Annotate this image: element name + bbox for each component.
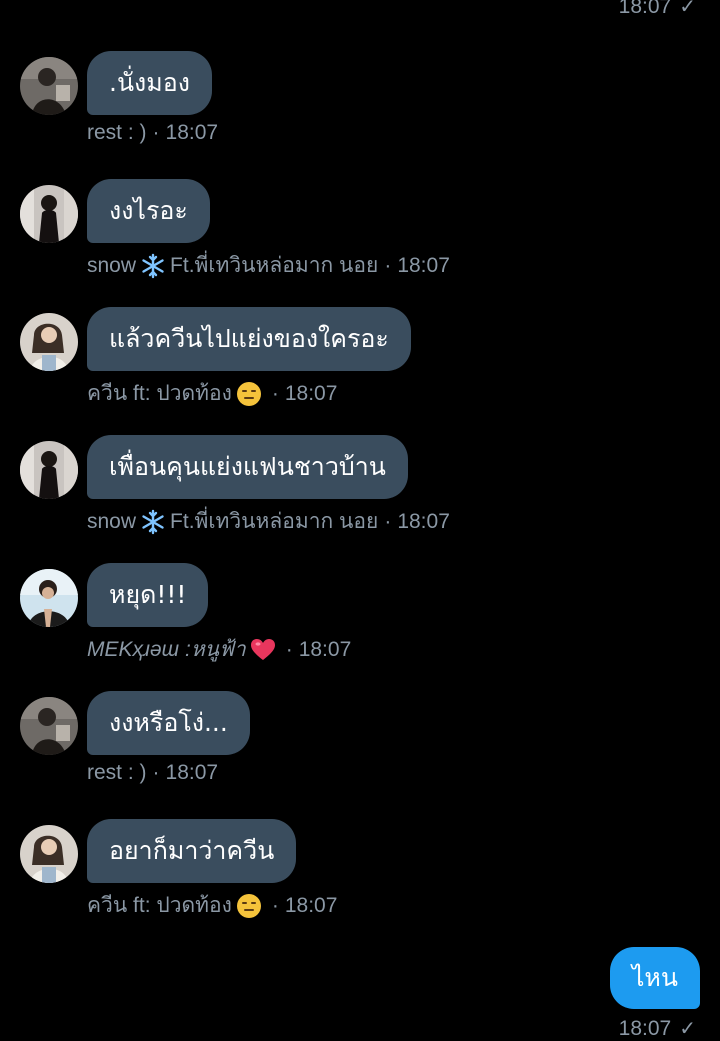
message-time: 18:07 (298, 637, 352, 661)
sender-suffix: Ft.พี่เทวินหล่อมาก นอย (170, 254, 379, 277)
sender-name[interactable]: snow (87, 510, 136, 534)
chat-thread: 18:07 ✓ .นั่งมอง rest : ) · 18:07 งงไรอะ… (0, 0, 720, 1041)
snowflake-icon (142, 509, 164, 534)
message-meta: snow Ft.พี่เทวินหล่อมาก นอย · 18:07 (87, 249, 450, 282)
message-time: 18:07 (284, 893, 338, 917)
message-item: งงไรอะ snow Ft.พี่เทวินหล่อมาก นอย · 18:… (20, 179, 700, 289)
message-meta: rest : ) · 18:07 (87, 121, 218, 145)
message-bubble[interactable]: งงไรอะ (87, 179, 210, 243)
avatar-icon[interactable] (20, 313, 78, 371)
message-meta: MEKҳɹəɯ :หนูฟ้า · 18:07 (87, 633, 351, 666)
separator: · (271, 893, 279, 917)
message-meta: ควีน ft: ปวดท้อง · 18:07 (87, 377, 337, 410)
message-time: 18:07 (397, 253, 450, 277)
message-time: 18:07 (165, 761, 219, 784)
message-item: .นั่งมอง rest : ) · 18:07 (20, 51, 700, 161)
separator: · (384, 509, 392, 533)
sent-time: 18:07 (618, 0, 672, 18)
separator: · (271, 381, 279, 405)
message-item: หยุด!!! MEKҳɹəɯ :หนูฟ้า · 18:07 (20, 563, 700, 673)
avatar-icon[interactable] (20, 569, 78, 627)
message-item: เพื่อนคุนแย่งแฟนชาวบ้าน snow Ft.พี่เทวิน… (20, 435, 700, 545)
sender-name[interactable]: rest : ) (87, 121, 147, 145)
avatar-icon[interactable] (20, 57, 78, 115)
sent-time: 18:07 (618, 1016, 672, 1040)
message-bubble[interactable]: เพื่อนคุนแย่งแฟนชาวบ้าน (87, 435, 408, 499)
message-meta: snow Ft.พี่เทวินหล่อมาก นอย · 18:07 (87, 505, 450, 538)
avatar-icon[interactable] (20, 185, 78, 243)
expressionless-face-icon (236, 381, 261, 406)
check-icon: ✓ (679, 0, 696, 18)
avatar-icon[interactable] (20, 441, 78, 499)
snowflake-icon (142, 253, 164, 278)
sender-name[interactable]: ควีน ft: ปวดท้อง (87, 889, 232, 922)
sent-receipt-top: 18:07 ✓ (619, 0, 696, 19)
sent-message-bubble[interactable]: ไหน (609, 947, 700, 1009)
separator: · (384, 253, 392, 277)
sender-name[interactable]: rest : ) (87, 761, 147, 785)
expressionless-face-icon (236, 893, 261, 918)
message-bubble[interactable]: งงหรือโง่... (87, 691, 250, 755)
sender-name[interactable]: MEKҳɹəɯ :หนูฟ้า (87, 633, 246, 666)
sent-receipt: 18:07 ✓ (619, 1016, 696, 1041)
separator: · (152, 121, 160, 144)
message-bubble[interactable]: แล้วควีนไปแย่งของใครอะ (87, 307, 411, 371)
message-bubble[interactable]: หยุด!!! (87, 563, 209, 627)
message-item: งงหรือโง่... rest : ) · 18:07 (20, 691, 700, 801)
check-icon: ✓ (679, 1018, 696, 1040)
message-bubble[interactable]: .นั่งมอง (87, 51, 212, 115)
avatar-icon[interactable] (20, 825, 78, 883)
separator: · (152, 761, 160, 784)
sender-suffix: Ft.พี่เทวินหล่อมาก นอย (170, 510, 379, 533)
avatar-icon[interactable] (20, 697, 78, 755)
message-time: 18:07 (165, 121, 219, 144)
sender-name[interactable]: snow (87, 254, 136, 278)
message-time: 18:07 (284, 381, 338, 405)
message-meta: ควีน ft: ปวดท้อง · 18:07 (87, 889, 337, 922)
message-meta: rest : ) · 18:07 (87, 761, 218, 785)
separator: · (285, 637, 293, 661)
heart-icon (250, 638, 275, 660)
message-item: อยาก็มาว่าควีน ควีน ft: ปวดท้อง · 18:07 (20, 819, 700, 929)
message-time: 18:07 (397, 509, 450, 533)
message-bubble[interactable]: อยาก็มาว่าควีน (87, 819, 297, 883)
message-item: แล้วควีนไปแย่งของใครอะ ควีน ft: ปวดท้อง … (20, 307, 700, 417)
sender-name[interactable]: ควีน ft: ปวดท้อง (87, 377, 232, 410)
